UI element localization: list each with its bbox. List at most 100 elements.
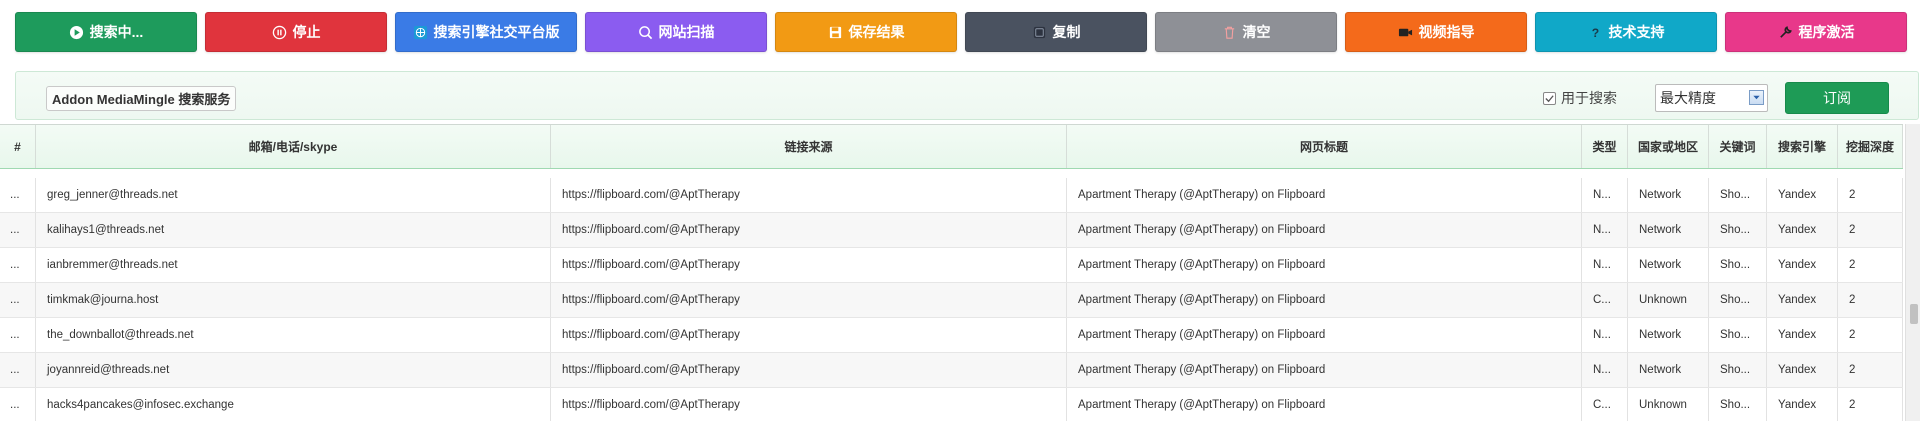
country-cell: Unknown (1628, 283, 1709, 317)
use-for-search-checkbox[interactable]: 用于搜索 (1543, 88, 1617, 108)
keyword-cell: Sho... (1709, 388, 1767, 421)
country-header[interactable]: 国家或地区 (1628, 125, 1709, 168)
chevron-down-icon[interactable] (1749, 90, 1764, 105)
page-title-cell: Apartment Therapy (@AptTherapy) on Flipb… (1067, 318, 1582, 352)
type-cell: N... (1582, 353, 1628, 387)
link-source-cell: https://flipboard.com/@AptTherapy (551, 178, 1067, 212)
keyword-cell: Sho... (1709, 178, 1767, 212)
row-index: ... (0, 248, 36, 282)
link-source-cell: https://flipboard.com/@AptTherapy (551, 213, 1067, 247)
link-source-cell: https://flipboard.com/@AptTherapy (551, 283, 1067, 317)
contact-cell: kalihays1@threads.net (36, 213, 551, 247)
social-search-button-label: 搜索引擎社交平台版 (433, 24, 560, 40)
page-title-cell: Apartment Therapy (@AptTherapy) on Flipb… (1067, 248, 1582, 282)
depth-cell: 2 (1838, 213, 1903, 247)
type-cell: N... (1582, 318, 1628, 352)
type-cell: N... (1582, 248, 1628, 282)
help-icon: ? (1588, 25, 1603, 40)
depth-header[interactable]: 挖掘深度 (1838, 125, 1903, 168)
activate-button[interactable]: 程序激活 (1725, 12, 1907, 52)
page-title-header[interactable]: 网页标题 (1067, 125, 1582, 168)
site-scan-button-label: 网站扫描 (658, 24, 715, 40)
link-source-cell: https://flipboard.com/@AptTherapy (551, 353, 1067, 387)
stop-button[interactable]: 停止 (205, 12, 387, 52)
row-index-header[interactable]: # (0, 125, 36, 168)
video-guide-button-label: 视频指导 (1418, 24, 1475, 40)
keyword-cell: Sho... (1709, 213, 1767, 247)
service-bar (15, 71, 1919, 120)
link-source-cell: https://flipboard.com/@AptTherapy (551, 318, 1067, 352)
copy-button[interactable]: 复制 (965, 12, 1147, 52)
copy-icon (1032, 25, 1047, 40)
video-guide-button[interactable]: 视频指导 (1345, 12, 1527, 52)
activate-button-label: 程序激活 (1798, 24, 1855, 40)
depth-cell: 2 (1838, 178, 1903, 212)
row-index: ... (0, 178, 36, 212)
keyword-cell: Sho... (1709, 318, 1767, 352)
table-row[interactable]: ... joyannreid@threads.net https://flipboa… (0, 353, 1903, 388)
subscribe-button[interactable]: 订阅 (1785, 82, 1889, 114)
link-source-header[interactable]: 链接来源 (551, 125, 1067, 168)
keyword-cell: Sho... (1709, 248, 1767, 282)
keyword-cell: Sho... (1709, 283, 1767, 317)
searching-button[interactable]: 搜索中... (15, 12, 197, 52)
row-index: ... (0, 353, 36, 387)
table-row[interactable]: ... timkmak@journa.host https://flipboard.… (0, 283, 1903, 318)
table-header: # 邮箱/电话/skype 链接来源 网页标题 类型 国家或地区 关键词 搜索引擎 挖掘深度 (0, 124, 1903, 169)
type-cell: C... (1582, 283, 1628, 317)
tech-support-button[interactable]: ? 技术支持 (1535, 12, 1717, 52)
save-icon (828, 25, 843, 40)
save-results-button-label: 保存结果 (848, 24, 905, 40)
search-engine-cell: Yandex (1767, 178, 1838, 212)
toolbar: 搜索中... 停止 搜索引擎社交平台版 网站扫描 保存结果 复制 清空 视频指导… (0, 0, 1920, 64)
depth-cell: 2 (1838, 353, 1903, 387)
precision-select[interactable]: 最大精度 (1655, 84, 1768, 112)
globe-icon (413, 25, 428, 40)
depth-cell: 2 (1838, 318, 1903, 352)
video-icon (1398, 25, 1413, 40)
table-row[interactable]: ... kalihays1@threads.net https://flipboar… (0, 213, 1903, 248)
contact-cell: joyannreid@threads.net (36, 353, 551, 387)
contact-cell: hacks4pancakes@infosec.exchange (36, 388, 551, 421)
country-cell: Network (1628, 248, 1709, 282)
link-source-cell: https://flipboard.com/@AptTherapy (551, 248, 1067, 282)
link-source-cell: https://flipboard.com/@AptTherapy (551, 388, 1067, 421)
type-header[interactable]: 类型 (1582, 125, 1628, 168)
search-engine-cell: Yandex (1767, 318, 1838, 352)
country-cell: Network (1628, 353, 1709, 387)
site-scan-button[interactable]: 网站扫描 (585, 12, 767, 52)
table-row[interactable]: ... hacks4pancakes@infosec.exchange https:… (0, 388, 1903, 421)
social-search-button[interactable]: 搜索引擎社交平台版 (395, 12, 577, 52)
table-row[interactable]: ... ianbremmer@threads.net https://flipboa… (0, 248, 1903, 283)
search-engine-cell: Yandex (1767, 388, 1838, 421)
clear-button-label: 清空 (1242, 24, 1271, 40)
play-icon (69, 25, 84, 40)
row-index: ... (0, 318, 36, 352)
save-results-button[interactable]: 保存结果 (775, 12, 957, 52)
table-row[interactable]: ... greg_jenner@threads.net https://flipbo… (0, 178, 1903, 213)
checkbox-icon[interactable] (1543, 91, 1556, 105)
vertical-scrollbar[interactable] (1905, 124, 1920, 421)
precision-value: 最大精度 (1660, 90, 1716, 106)
stop-button-label: 停止 (292, 24, 321, 40)
scrollbar-thumb[interactable] (1910, 304, 1918, 324)
svg-text:?: ? (1591, 26, 1598, 40)
page-title-cell: Apartment Therapy (@AptTherapy) on Flipb… (1067, 353, 1582, 387)
search-engine-header[interactable]: 搜索引擎 (1767, 125, 1838, 168)
results-table: # 邮箱/电话/skype 链接来源 网页标题 类型 国家或地区 关键词 搜索引擎 挖掘深度 .… (0, 124, 1903, 421)
contact-cell: timkmak@journa.host (36, 283, 551, 317)
use-for-search-label: 用于搜索 (1561, 90, 1617, 106)
tech-support-button-label: 技术支持 (1608, 24, 1665, 40)
type-cell: C... (1582, 388, 1628, 421)
keyword-header[interactable]: 关键词 (1709, 125, 1767, 168)
country-cell: Network (1628, 213, 1709, 247)
page-title-cell: Apartment Therapy (@AptTherapy) on Flipb… (1067, 178, 1582, 212)
depth-cell: 2 (1838, 248, 1903, 282)
table-row[interactable]: ... the_downballot@threads.net https://fli… (0, 318, 1903, 353)
contact-header[interactable]: 邮箱/电话/skype (36, 125, 551, 168)
addon-service-button[interactable]: Addon MediaMingle 搜索服务 (46, 86, 237, 111)
wrench-icon (1778, 25, 1793, 40)
clear-button[interactable]: 清空 (1155, 12, 1337, 52)
country-cell: Network (1628, 178, 1709, 212)
row-index: ... (0, 283, 36, 317)
